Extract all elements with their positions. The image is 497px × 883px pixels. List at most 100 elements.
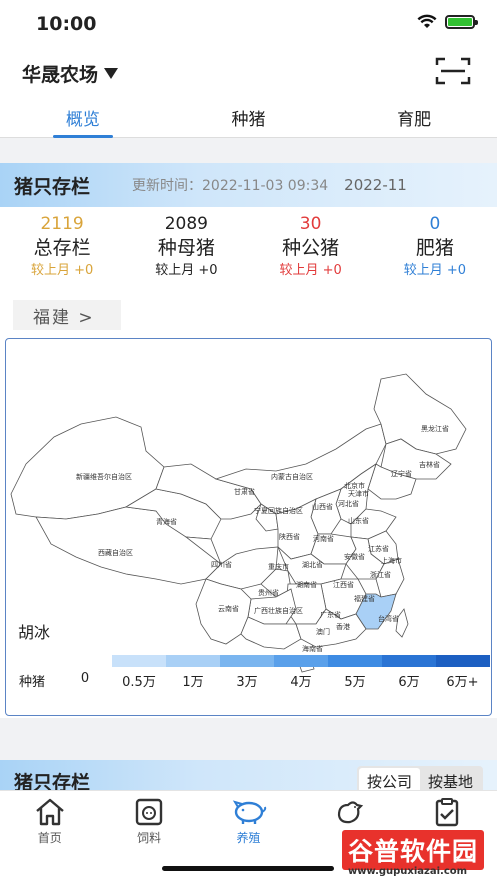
- watermark: 谷普软件园 www.gupuxiazai.com: [340, 830, 495, 880]
- map-label: 河南省: [313, 534, 334, 543]
- wifi-icon: [417, 14, 437, 28]
- map-label: 天津市: [348, 489, 369, 498]
- map-label: 北京市: [344, 481, 365, 490]
- legend-title: 种猪: [18, 675, 45, 690]
- tab-bar: 概览 种猪 育肥: [0, 103, 497, 138]
- feed-icon: [135, 798, 163, 826]
- map-label: 江苏省: [368, 544, 389, 553]
- province-taiwan: [395, 608, 409, 638]
- stat-value: 2089: [164, 214, 208, 234]
- legend-labels: 种猪 0 0.5万 1万 3万 4万 5万 6万 6万+: [6, 671, 491, 690]
- map-label: 香港: [336, 622, 350, 631]
- legend-color-bar: [58, 655, 490, 667]
- person-name: 胡冰: [18, 623, 51, 642]
- stat-fattening: 0 肥猪 较上月 +0: [373, 213, 497, 291]
- month-selector[interactable]: 2022-11: [344, 176, 407, 194]
- map-label: 云南省: [218, 604, 239, 613]
- stat-label: 种公猪: [282, 237, 340, 259]
- map-label: 浙江省: [370, 570, 391, 579]
- map-label: 安徽省: [344, 552, 365, 561]
- map-label: 海南省: [302, 644, 323, 653]
- map-label: 河北省: [338, 499, 359, 508]
- map-label: 甘肃省: [234, 487, 255, 496]
- stat-value: 0: [429, 214, 441, 234]
- stat-label: 种母猪: [157, 237, 215, 259]
- dropdown-triangle-icon: [104, 68, 119, 79]
- nav-label: 首页: [37, 831, 62, 845]
- stat-compare: 较上月 +0: [30, 263, 94, 278]
- clipboard-check-icon: [436, 798, 459, 827]
- map-label: 西藏自治区: [98, 548, 133, 557]
- status-time: 10:00: [36, 13, 97, 35]
- map-label: 江西省: [333, 580, 354, 589]
- legend-tick: 3万: [236, 675, 258, 690]
- province-heilongjiang: [373, 373, 467, 455]
- inventory-card: 猪只存栏 更新时间：2022-11-03 09:34 2022-11 2119 …: [0, 163, 497, 718]
- map-label: 贵州省: [258, 588, 279, 597]
- stat-value: 2119: [40, 214, 84, 234]
- stat-compare: 较上月 +0: [279, 263, 342, 278]
- watermark-url: www.gupuxiazai.com: [348, 866, 468, 877]
- map-label: 青海省: [156, 517, 177, 526]
- map-label: 内蒙古自治区: [271, 472, 313, 481]
- china-map[interactable]: 新疆维吾尔自治区 西藏自治区 青海省 甘肃省 内蒙古自治区 黑龙江省 吉林省 辽…: [5, 338, 492, 716]
- tab-fattening[interactable]: 育肥: [331, 103, 497, 138]
- home-indicator[interactable]: [162, 866, 334, 871]
- map-label: 四川省: [211, 560, 232, 569]
- tab-overview[interactable]: 概览: [0, 103, 166, 138]
- pig-icon: [232, 800, 266, 824]
- update-time: 更新时间：2022-11-03 09:34: [132, 178, 329, 194]
- status-icons: [417, 14, 478, 29]
- map-legend: 种猪 0 0.5万 1万 3万 4万 5万 6万 6万+: [6, 655, 491, 715]
- legend-tick: 6万: [398, 675, 420, 690]
- map-label: 广西壮族自治区: [254, 606, 303, 615]
- farm-name: 华晟农场: [22, 64, 99, 86]
- stat-compare: 较上月 +0: [155, 263, 218, 278]
- stat-boars: 30 种公猪 较上月 +0: [249, 213, 373, 291]
- farm-selector[interactable]: 华晟农场: [22, 60, 119, 87]
- stats-row: 2119 总存栏 较上月 +0 2089 种母猪 较上月 +0 30 种公猪 较…: [0, 213, 497, 291]
- map-label: 澳门: [316, 627, 330, 636]
- tab-breeding-pigs[interactable]: 种猪: [166, 103, 332, 138]
- section-title: 猪只存栏: [14, 175, 91, 198]
- stat-sows: 2089 种母猪 较上月 +0: [124, 213, 248, 291]
- legend-tick: 1万: [182, 675, 204, 690]
- stat-total: 2119 总存栏 较上月 +0: [0, 213, 124, 291]
- nav-home[interactable]: 首页: [0, 791, 99, 883]
- map-label: 山东省: [348, 516, 369, 525]
- app-header: 华晟农场 概览 种猪 育肥: [0, 48, 497, 138]
- map-label: 上海市: [381, 556, 402, 565]
- legend-tick: 4万: [290, 675, 312, 690]
- home-icon: [35, 798, 64, 826]
- map-label: 宁夏回族自治区: [254, 506, 303, 515]
- map-label: 重庆市: [268, 562, 289, 571]
- stat-value: 30: [299, 214, 322, 234]
- map-label: 新疆维吾尔自治区: [76, 472, 132, 481]
- region-button[interactable]: 福建 >: [13, 300, 121, 330]
- map-label: 台湾省: [378, 614, 399, 623]
- legend-tick: 5万: [344, 675, 366, 690]
- map-label: 黑龙江省: [421, 424, 449, 433]
- map-label: 湖南省: [296, 580, 317, 589]
- stat-label: 肥猪: [415, 237, 454, 259]
- map-label: 辽宁省: [391, 469, 412, 478]
- poultry-icon: [337, 801, 364, 824]
- map-label: 吉林省: [419, 460, 440, 469]
- map-label: 湖北省: [302, 560, 323, 569]
- map-label: 山西省: [312, 502, 333, 511]
- legend-tick: 6万+: [446, 675, 479, 690]
- map-label: 福建省: [354, 594, 375, 603]
- nav-label: 饲料: [137, 831, 162, 845]
- map-label: 陕西省: [279, 532, 300, 541]
- status-bar: 10:00: [0, 0, 497, 48]
- stat-label: 总存栏: [33, 237, 91, 259]
- battery-icon: [445, 14, 478, 29]
- scan-icon[interactable]: [435, 56, 471, 86]
- legend-tick: 0: [80, 671, 90, 686]
- map-label: 广东省: [320, 610, 341, 619]
- legend-tick: 0.5万: [122, 675, 156, 690]
- nav-label: 养殖: [236, 831, 261, 845]
- watermark-logo: 谷普软件园: [342, 830, 485, 870]
- stat-compare: 较上月 +0: [403, 263, 467, 278]
- section-header: 猪只存栏 更新时间：2022-11-03 09:34 2022-11: [0, 163, 497, 207]
